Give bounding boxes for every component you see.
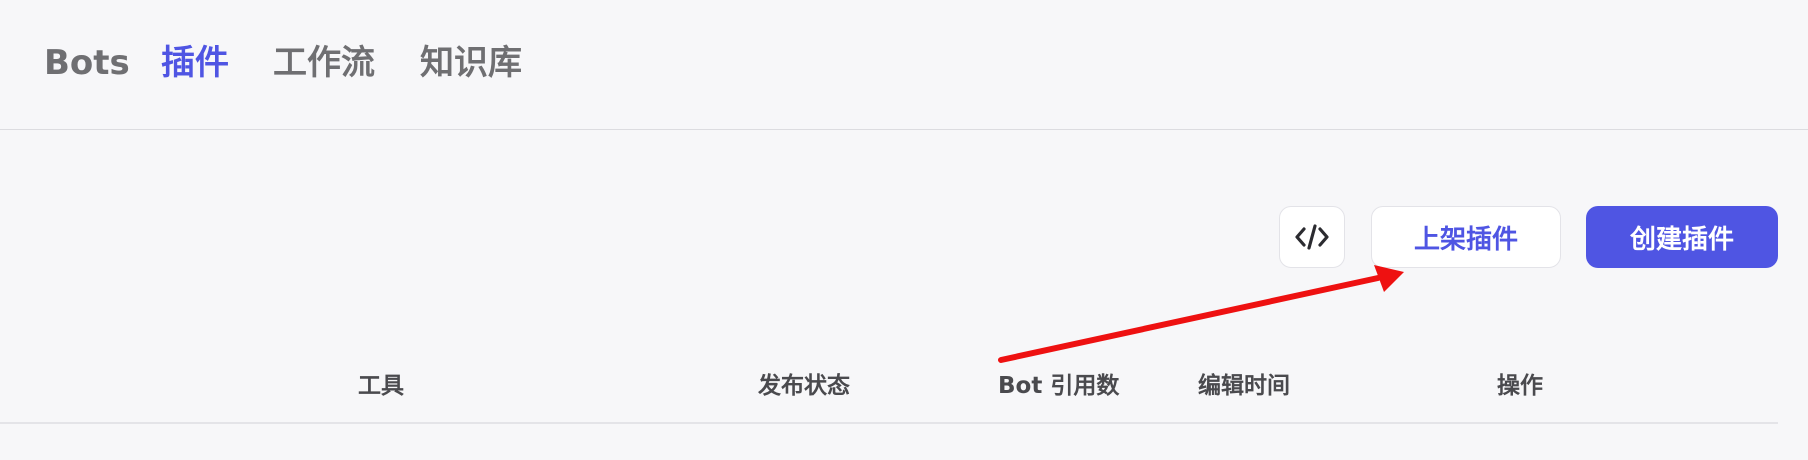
plugins-page: Bots 插件 工作流 知识库 上架插件 创建插件 工具 发布状态 Bot 引用… <box>0 0 1808 460</box>
publish-plugin-button[interactable]: 上架插件 <box>1371 206 1561 268</box>
annotation-arrow-shaft <box>998 275 1381 363</box>
code-button[interactable] <box>1279 206 1345 268</box>
tab-knowledge-base[interactable]: 知识库 <box>420 38 522 88</box>
code-icon <box>1295 224 1329 250</box>
column-header-publish-status: 发布状态 <box>758 373 850 399</box>
annotation-arrow-head <box>1374 265 1404 292</box>
table-header: 工具 发布状态 Bot 引用数 编辑时间 操作 <box>0 360 1778 424</box>
column-header-bot-references[interactable]: Bot 引用数 <box>998 366 1119 400</box>
tab-workflow[interactable]: 工作流 <box>273 38 375 88</box>
create-plugin-button[interactable]: 创建插件 <box>1586 206 1778 268</box>
tab-plugins[interactable]: 插件 <box>161 38 229 88</box>
top-nav: Bots 插件 工作流 知识库 <box>0 0 1808 130</box>
column-header-edit-time[interactable]: 编辑时间 <box>1198 366 1290 400</box>
column-header-actions: 操作 <box>1497 373 1543 399</box>
tab-bots[interactable]: Bots <box>44 38 130 88</box>
column-header-tool: 工具 <box>358 373 404 399</box>
